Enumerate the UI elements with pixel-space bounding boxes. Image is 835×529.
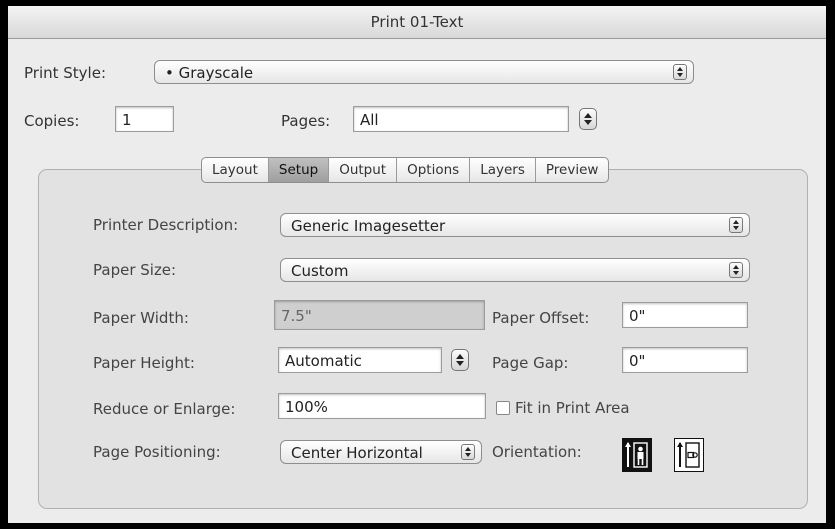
tab-layers[interactable]: Layers	[470, 158, 536, 182]
window-title: Print 01-Text	[8, 6, 826, 39]
orientation-landscape-button[interactable]	[674, 438, 704, 472]
tab-layout[interactable]: Layout	[202, 158, 269, 182]
copies-label: Copies:	[24, 112, 80, 130]
paper-height-label: Paper Height:	[93, 354, 195, 372]
page-gap-field[interactable]: 0"	[622, 347, 748, 373]
tab-output[interactable]: Output	[329, 158, 398, 182]
fit-in-print-area-label: Fit in Print Area	[515, 399, 630, 417]
copies-field[interactable]: 1	[115, 106, 174, 132]
paper-size-label: Paper Size:	[93, 261, 177, 279]
printer-description-label: Printer Description:	[93, 216, 239, 234]
print-dialog: Print 01-Text Print Style: • Grayscale C…	[8, 6, 826, 523]
tab-options[interactable]: Options	[397, 158, 471, 182]
fit-in-print-area-checkbox[interactable]	[496, 401, 510, 415]
popup-arrows-icon	[461, 444, 475, 460]
printer-description-popup[interactable]: Generic Imagesetter	[280, 213, 750, 237]
paper-offset-field[interactable]: 0"	[622, 302, 748, 328]
page-positioning-value: Center Horizontal	[291, 444, 423, 462]
pages-field[interactable]: All	[353, 106, 569, 132]
paper-size-value: Custom	[291, 262, 349, 280]
paper-height-field[interactable]: Automatic	[278, 347, 442, 373]
pages-label: Pages:	[281, 112, 331, 130]
page-positioning-popup[interactable]: Center Horizontal	[280, 440, 482, 464]
reduce-enlarge-field[interactable]: 100%	[278, 393, 486, 419]
popup-arrows-icon	[729, 262, 743, 278]
popup-arrows-icon	[673, 64, 687, 80]
print-style-label: Print Style:	[24, 64, 107, 82]
reduce-enlarge-label: Reduce or Enlarge:	[93, 400, 236, 418]
paper-offset-label: Paper Offset:	[492, 309, 590, 327]
portrait-person-icon	[625, 442, 648, 468]
paper-size-popup[interactable]: Custom	[280, 258, 750, 282]
orientation-label: Orientation:	[492, 443, 582, 461]
printer-description-value: Generic Imagesetter	[291, 217, 446, 235]
landscape-person-icon	[677, 442, 700, 468]
tab-setup[interactable]: Setup	[268, 158, 330, 182]
paper-width-field[interactable]: 7.5"	[274, 300, 485, 330]
orientation-portrait-button[interactable]	[622, 438, 652, 472]
paper-width-label: Paper Width:	[93, 309, 189, 327]
print-style-popup[interactable]: • Grayscale	[154, 60, 694, 84]
paper-height-menu-arrows-icon[interactable]	[451, 349, 469, 371]
popup-arrows-icon	[729, 217, 743, 233]
page-positioning-label: Page Positioning:	[93, 443, 221, 461]
tab-preview[interactable]: Preview	[536, 158, 609, 182]
pages-menu-arrows-icon[interactable]	[579, 108, 597, 130]
tab-bar: Layout Setup Output Options Layers Previ…	[201, 157, 610, 183]
page-gap-label: Page Gap:	[492, 354, 569, 372]
print-style-value: • Grayscale	[165, 64, 254, 82]
